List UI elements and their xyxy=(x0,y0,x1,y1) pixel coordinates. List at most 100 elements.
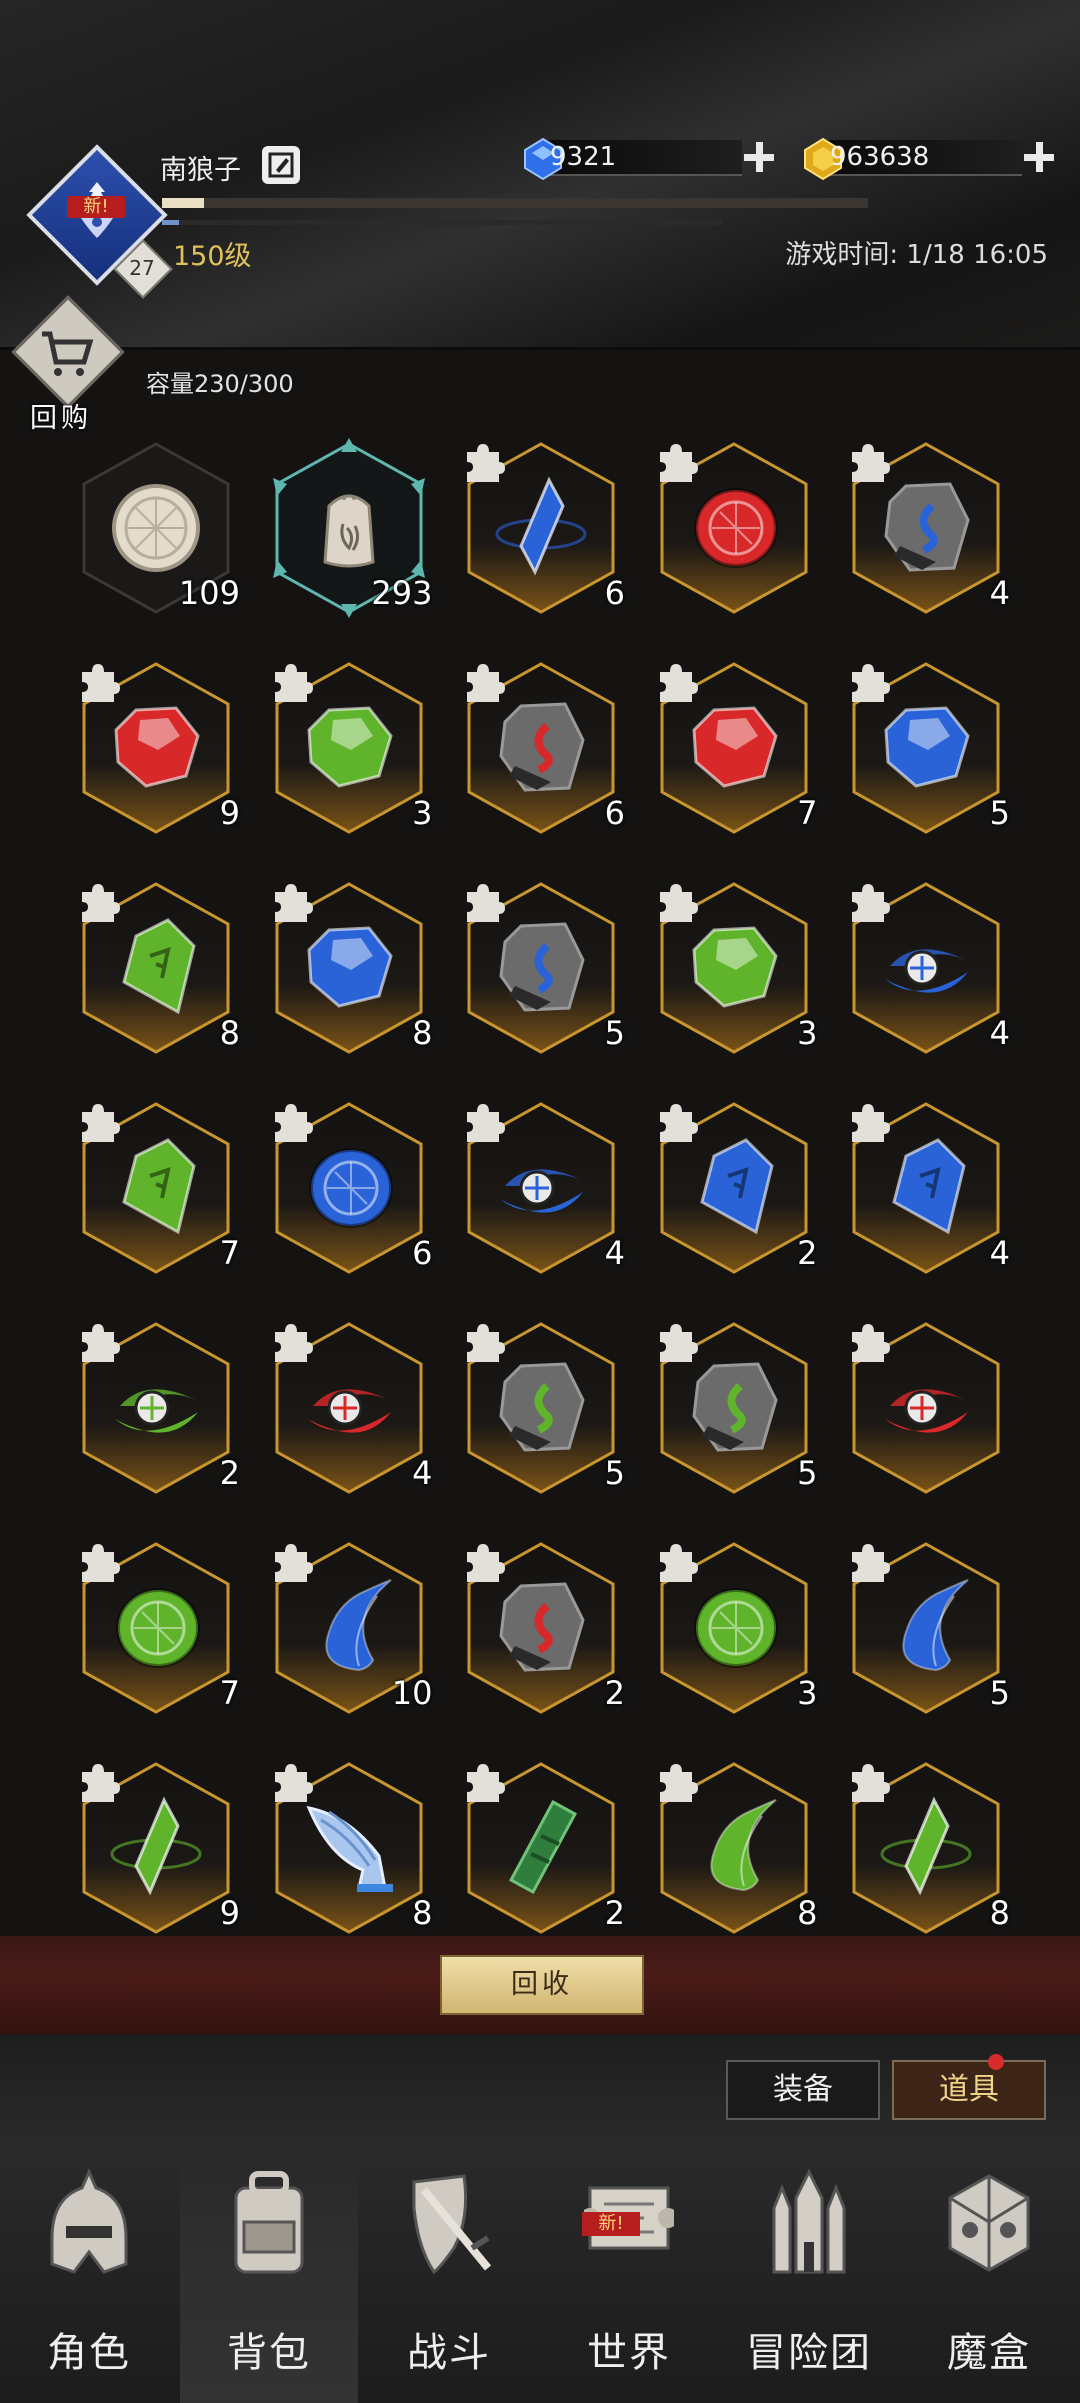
inventory-slot[interactable]: 6 xyxy=(463,438,625,618)
item-count: 2 xyxy=(604,1674,625,1712)
gold-currency: 963638 xyxy=(800,136,1062,181)
inventory-slot[interactable]: 109 xyxy=(78,438,240,618)
green-gem-icon xyxy=(299,696,399,796)
inventory-slot[interactable]: 3 xyxy=(656,878,818,1058)
tab-items[interactable]: 道具 xyxy=(892,2060,1046,2120)
green-crystal-shard-icon xyxy=(106,1796,206,1896)
inventory-slot[interactable]: 4 xyxy=(848,1098,1010,1278)
nav-scroll-map[interactable]: 世界 xyxy=(540,2150,718,2403)
inventory-slot[interactable]: 2 xyxy=(463,1538,625,1718)
item-count: 9 xyxy=(219,1894,240,1932)
item-count: 293 xyxy=(371,574,433,612)
add-diamond-button[interactable] xyxy=(740,138,778,176)
inventory-slot[interactable]: 8 xyxy=(656,1758,818,1938)
inventory-slot[interactable]: 6 xyxy=(271,1098,433,1278)
red-gem-icon xyxy=(106,696,206,796)
item-count: 10 xyxy=(391,1674,433,1712)
inventory-slot[interactable]: 5 xyxy=(463,878,625,1058)
item-count: 7 xyxy=(219,1234,240,1272)
blue-feather-icon xyxy=(876,1576,976,1676)
blue-vein-rock-icon xyxy=(876,476,976,576)
nav-label: 冒险团 xyxy=(746,2330,872,2376)
item-count: 5 xyxy=(989,794,1010,832)
item-count: 5 xyxy=(604,1454,625,1492)
green-rod-icon xyxy=(491,1796,591,1896)
item-count: 2 xyxy=(797,1234,818,1272)
inventory-slot[interactable] xyxy=(656,438,812,618)
item-count: 7 xyxy=(797,794,818,832)
item-count: 8 xyxy=(219,1014,240,1052)
inventory-slot[interactable]: 8 xyxy=(78,878,240,1058)
inventory-slot[interactable]: 4 xyxy=(848,438,1010,618)
blue-wing-icon xyxy=(299,1796,399,1896)
player-name: 南狼子 xyxy=(160,155,241,186)
inventory-slot[interactable]: 4 xyxy=(848,878,1010,1058)
blue-eye-swirl-icon xyxy=(491,1136,591,1236)
item-count: 3 xyxy=(797,1674,818,1712)
inventory-slot[interactable]: 5 xyxy=(848,1538,1010,1718)
item-count: 4 xyxy=(604,1234,625,1272)
inventory-slot[interactable]: 3 xyxy=(271,658,433,838)
item-count: 5 xyxy=(604,1014,625,1052)
item-count: 8 xyxy=(412,1014,433,1052)
inventory-slot[interactable]: 7 xyxy=(78,1098,240,1278)
nav-label: 背包 xyxy=(227,2330,311,2376)
inventory-slot[interactable]: 5 xyxy=(463,1318,625,1498)
new-badge: 新! xyxy=(67,196,125,218)
item-count: 7 xyxy=(219,1674,240,1712)
edit-name-icon[interactable] xyxy=(262,146,300,184)
repurchase-label: 回购 xyxy=(30,403,92,434)
nav-label: 魔盒 xyxy=(947,2330,1031,2376)
inventory-slot[interactable]: 9 xyxy=(78,1758,240,1938)
inventory-slot[interactable]: 2 xyxy=(656,1098,818,1278)
inventory-slot[interactable]: 9 xyxy=(78,658,240,838)
blue-rune-crystal-icon xyxy=(684,1136,784,1236)
inventory-slot[interactable]: 7 xyxy=(78,1538,240,1718)
item-count: 8 xyxy=(412,1894,433,1932)
blue-crystal-shard-icon xyxy=(491,476,591,576)
inventory-slot[interactable]: 6 xyxy=(463,658,625,838)
experience-bar-fill xyxy=(162,198,205,208)
inventory-slot[interactable]: 8 xyxy=(271,878,433,1058)
inventory-slot[interactable]: 8 xyxy=(848,1758,1010,1938)
red-eye-swirl-icon xyxy=(299,1356,399,1456)
castle-icon xyxy=(764,2168,854,2278)
green-eye-swirl-icon xyxy=(106,1356,206,1456)
inventory-capacity: 容量230/300 xyxy=(146,370,294,398)
nav-helmet[interactable]: 角色 xyxy=(0,2150,178,2403)
sword-shield-icon xyxy=(404,2168,494,2278)
inventory-slot[interactable]: 4 xyxy=(271,1318,433,1498)
nav-castle[interactable]: 冒险团 xyxy=(720,2150,898,2403)
inventory-slot[interactable]: 5 xyxy=(848,658,1010,838)
inventory-slot[interactable]: 5 xyxy=(656,1318,818,1498)
green-gem-icon xyxy=(684,916,784,1016)
green-rune-coin-icon xyxy=(106,1576,206,1676)
tab-equipment[interactable]: 装备 xyxy=(726,2060,880,2120)
nav-magic-box[interactable]: 魔盒 xyxy=(900,2150,1078,2403)
inventory-slot[interactable]: 4 xyxy=(463,1098,625,1278)
inventory-slot[interactable]: 2 xyxy=(78,1318,240,1498)
inventory-slot[interactable]: 8 xyxy=(271,1758,433,1938)
green-feather-icon xyxy=(684,1796,784,1896)
nav-sword-shield[interactable]: 战斗 xyxy=(360,2150,538,2403)
diamond-amount: 9321 xyxy=(550,142,617,172)
backpack-icon xyxy=(224,2168,314,2278)
inventory-slot[interactable]: 3 xyxy=(656,1538,818,1718)
inventory-slot[interactable]: 293 xyxy=(271,438,433,618)
nav-backpack[interactable]: 背包 xyxy=(180,2150,358,2403)
item-count: 2 xyxy=(604,1894,625,1932)
inventory-slot[interactable]: 10 xyxy=(271,1538,433,1718)
helmet-icon xyxy=(44,2168,134,2278)
red-eye-swirl-icon xyxy=(876,1356,976,1456)
add-gold-button[interactable] xyxy=(1020,138,1058,176)
red-vein-rock-icon xyxy=(491,1576,591,1676)
blue-rune-coin-icon xyxy=(299,1136,399,1236)
magic-box-icon xyxy=(944,2168,1034,2278)
inventory-slot[interactable]: 2 xyxy=(463,1758,625,1938)
avatar-level-number: 27 xyxy=(129,256,155,280)
recycle-button[interactable]: 回收 xyxy=(440,1955,644,2015)
inventory-slot[interactable]: 7 xyxy=(656,658,818,838)
blue-gem-icon xyxy=(876,696,976,796)
game-time: 游戏时间: 1/18 16:05 xyxy=(785,240,1048,270)
inventory-slot[interactable] xyxy=(848,1318,1004,1498)
